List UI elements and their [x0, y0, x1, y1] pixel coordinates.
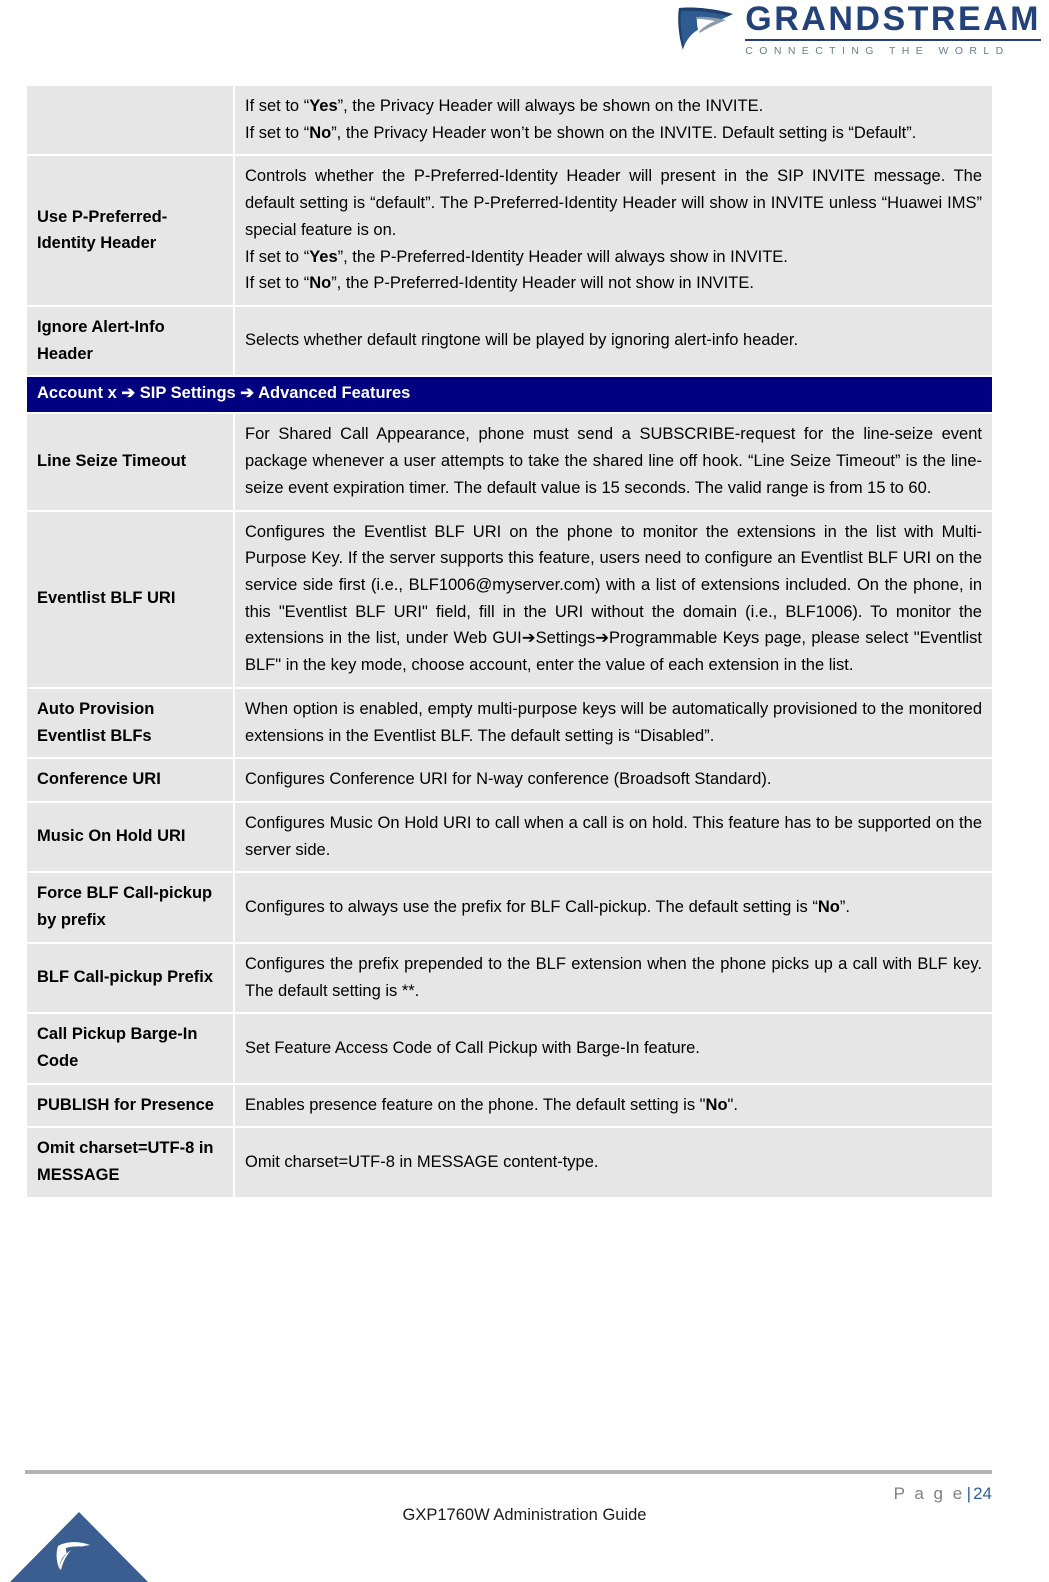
row-description: Controls whether the P-Preferred-Identit… [235, 156, 992, 306]
section-header-row: Account x ➔ SIP Settings ➔ Advanced Feat… [27, 377, 992, 413]
table-row: PUBLISH for Presence Enables presence fe… [27, 1084, 992, 1127]
table-row: If set to “Yes”, the Privacy Header will… [27, 86, 992, 155]
row-label [27, 86, 233, 155]
row-label: Ignore Alert-Info Header [27, 307, 233, 376]
table-row: Auto Provision Eventlist BLFs When optio… [27, 688, 992, 758]
table-row: Force BLF Call-pickup by prefix Configur… [27, 873, 992, 942]
row-label: Auto Provision Eventlist BLFs [27, 688, 233, 758]
table-row: Music On Hold URI Configures Music On Ho… [27, 803, 992, 872]
table-row: Line Seize Timeout For Shared Call Appea… [27, 414, 992, 510]
row-description: Configures to always use the prefix for … [235, 873, 992, 942]
row-label: Use P-Preferred-Identity Header [27, 156, 233, 306]
row-description: Configures the prefix prepended to the B… [235, 943, 992, 1013]
row-label: Line Seize Timeout [27, 414, 233, 510]
page-label: P a g e [893, 1484, 965, 1503]
row-label: BLF Call-pickup Prefix [27, 943, 233, 1013]
row-description: When option is enabled, empty multi-purp… [235, 688, 992, 758]
table-row: Conference URI Configures Conference URI… [27, 759, 992, 802]
row-label: Music On Hold URI [27, 803, 233, 872]
description-line: Controls whether the P-Preferred-Identit… [245, 167, 982, 239]
page-footer: P a g e | 24 GXP1760W Administration Guide [0, 1452, 1049, 1582]
page-number: 24 [973, 1484, 992, 1503]
row-label: Conference URI [27, 759, 233, 802]
section-header-title: Account x ➔ SIP Settings ➔ Advanced Feat… [27, 377, 992, 413]
footer-divider [25, 1470, 992, 1474]
row-description: For Shared Call Appearance, phone must s… [235, 414, 992, 510]
row-description: Enables presence feature on the phone. T… [235, 1084, 992, 1127]
row-label: Force BLF Call-pickup by prefix [27, 873, 233, 942]
table-row: Use P-Preferred-Identity Header Controls… [27, 156, 992, 306]
row-label: PUBLISH for Presence [27, 1084, 233, 1127]
description-line: If set to “Yes”, the P-Preferred-Identit… [245, 247, 788, 266]
page-header: GRANDSTREAM CONNECTING THE WORLD [0, 0, 1049, 62]
brand-wordmark: GRANDSTREAM CONNECTING THE WORLD [745, 2, 1041, 57]
brand-tagline: CONNECTING THE WORLD [745, 44, 1010, 57]
row-description: Set Feature Access Code of Call Pickup w… [235, 1014, 992, 1083]
page-indicator: P a g e | 24 [894, 1484, 992, 1504]
row-description: If set to “Yes”, the Privacy Header will… [235, 86, 992, 155]
table-row: BLF Call-pickup Prefix Configures the pr… [27, 943, 992, 1013]
row-description: Configures the Eventlist BLF URI on the … [235, 511, 992, 687]
table-row: Call Pickup Barge-In Code Set Feature Ac… [27, 1014, 992, 1083]
table-row: Omit charset=UTF-8 in MESSAGE Omit chars… [27, 1128, 992, 1197]
row-label: Call Pickup Barge-In Code [27, 1014, 233, 1083]
row-description: Omit charset=UTF-8 in MESSAGE content-ty… [235, 1128, 992, 1197]
table-row: Eventlist BLF URI Configures the Eventli… [27, 511, 992, 687]
brand-name: GRANDSTREAM [745, 2, 1041, 41]
row-description: Configures Conference URI for N-way conf… [235, 759, 992, 802]
brand-logo: GRANDSTREAM CONNECTING THE WORLD [677, 2, 1041, 56]
grandstream-swoosh-logo-icon [678, 7, 734, 52]
row-description: Selects whether default ringtone will be… [235, 307, 992, 376]
description-line: If set to “Yes”, the Privacy Header will… [245, 97, 764, 115]
description-line: If set to “No”, the P-Preferred-Identity… [245, 274, 754, 293]
grandstream-triangle-logo-icon [10, 1512, 148, 1582]
row-label: Eventlist BLF URI [27, 511, 233, 687]
row-label: Omit charset=UTF-8 in MESSAGE [27, 1128, 233, 1197]
settings-description-table: If set to “Yes”, the Privacy Header will… [25, 84, 994, 1199]
footer-document-title: GXP1760W Administration Guide [402, 1506, 647, 1524]
description-line: If set to “No”, the Privacy Header won’t… [245, 123, 917, 142]
row-description: Configures Music On Hold URI to call whe… [235, 803, 992, 872]
table-row: Ignore Alert-Info Header Selects whether… [27, 307, 992, 376]
